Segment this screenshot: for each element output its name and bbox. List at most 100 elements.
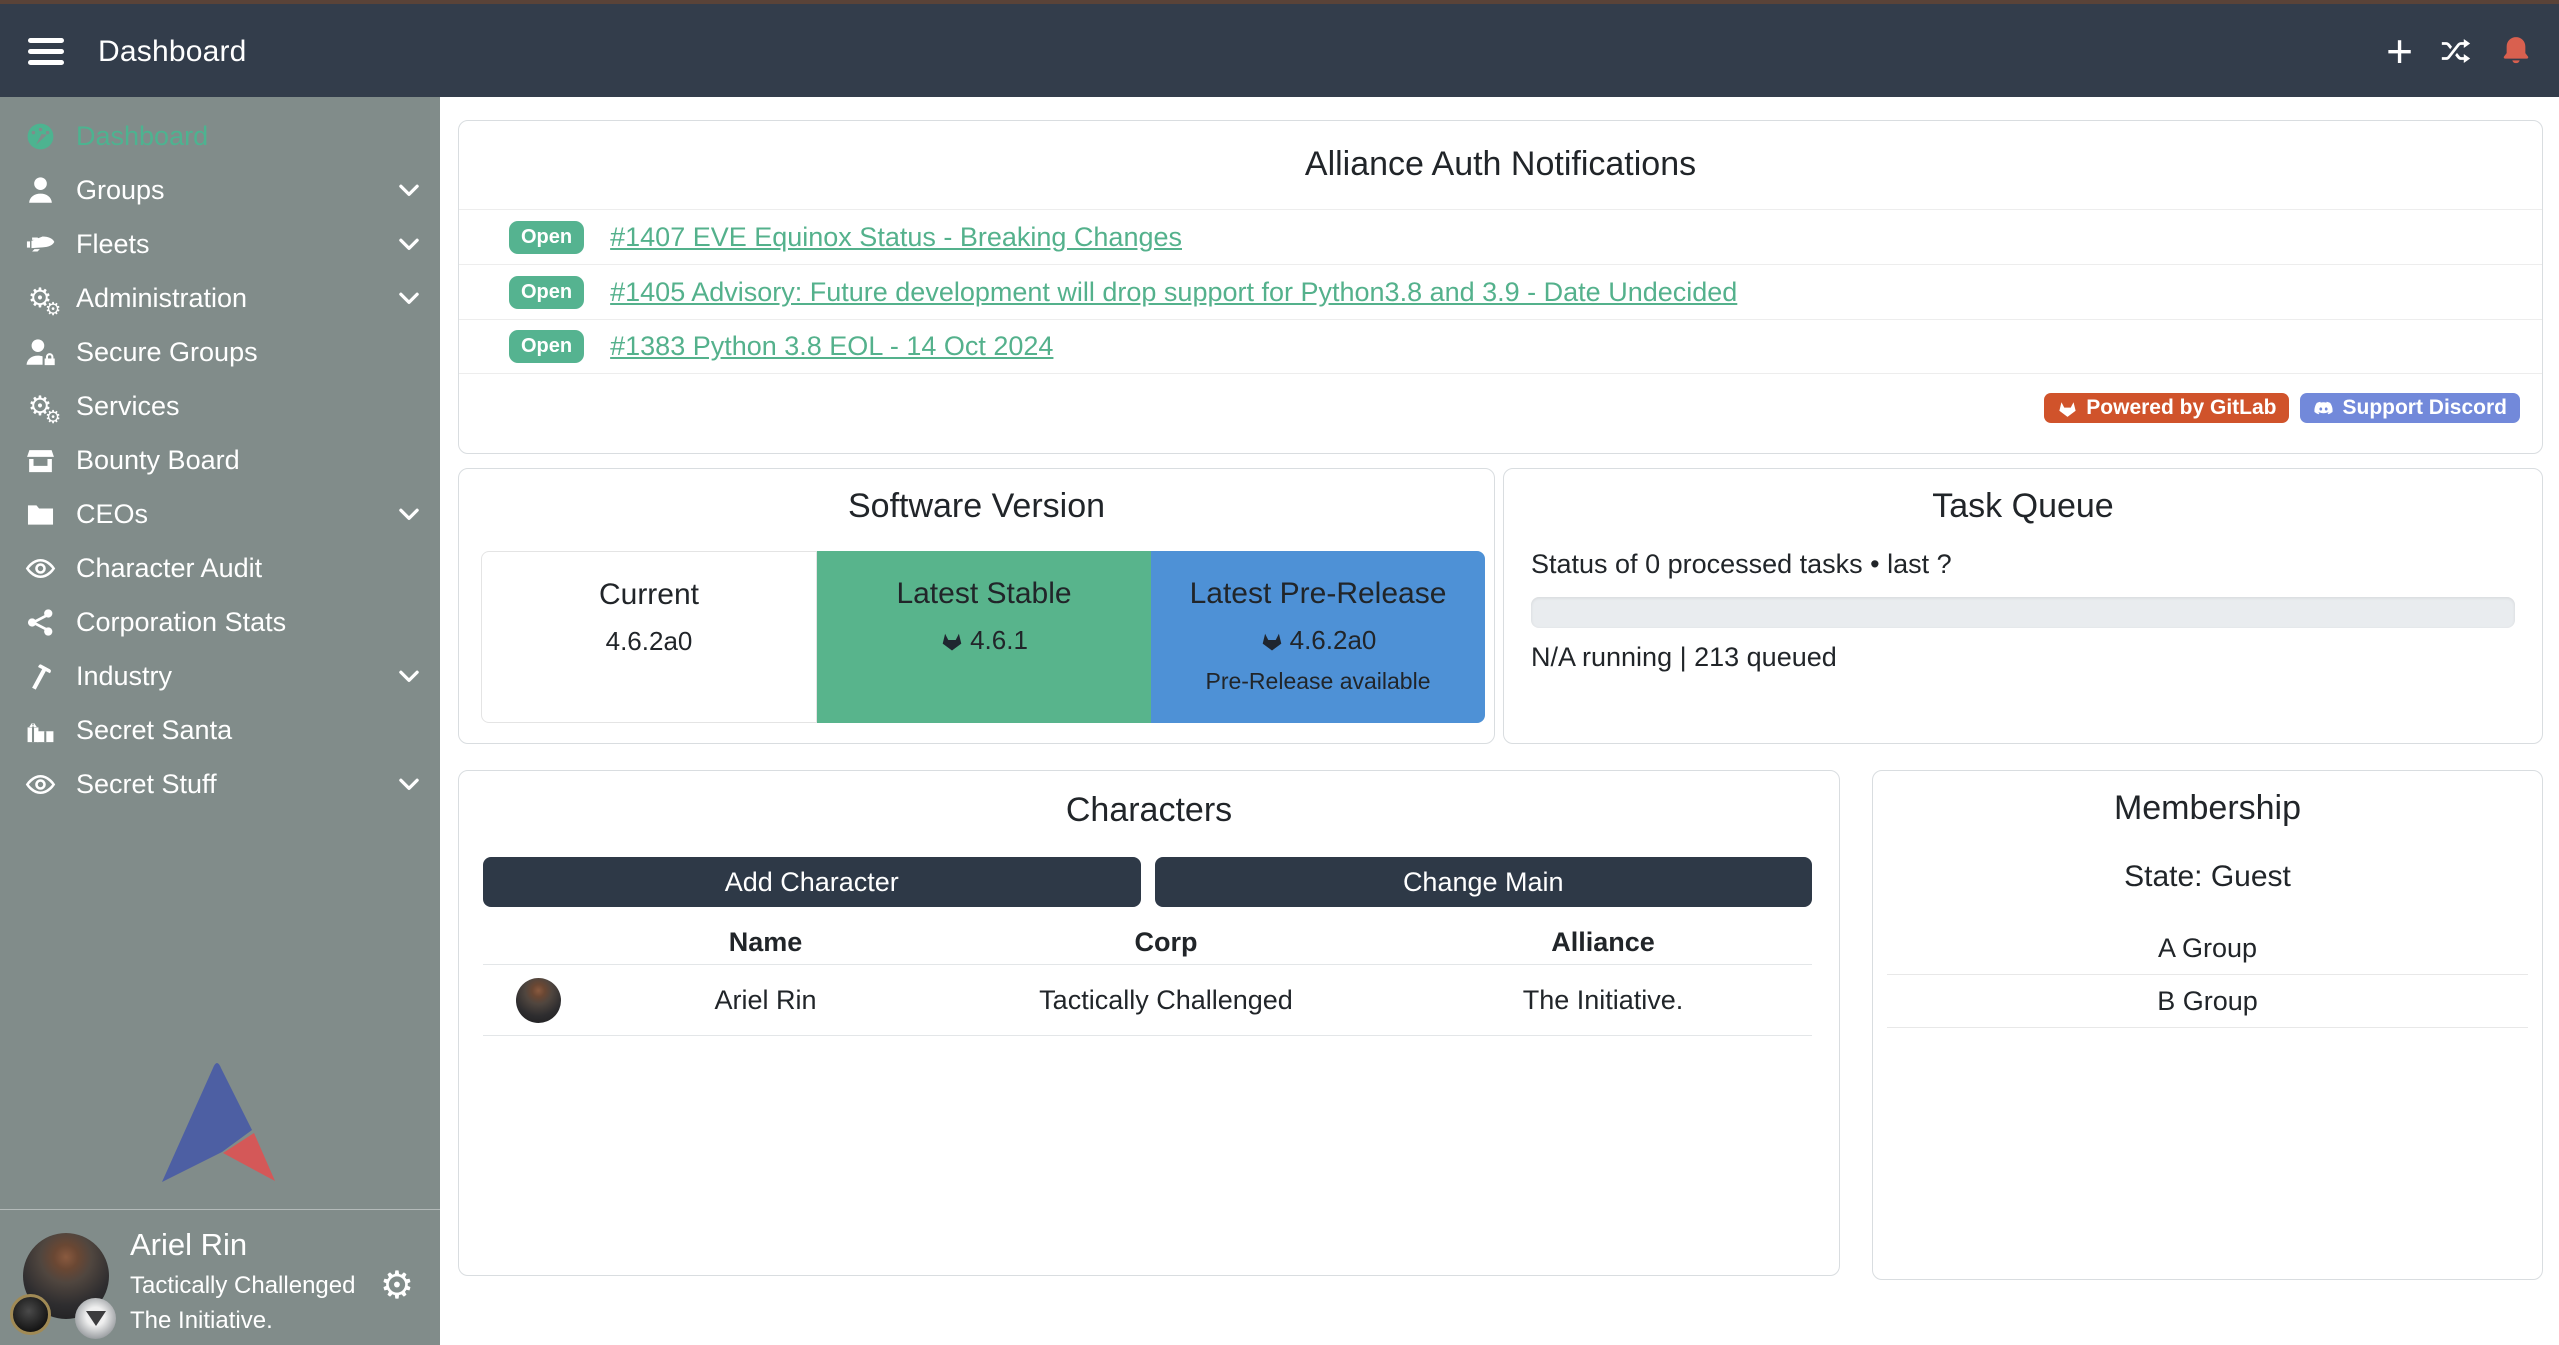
software-version-panel: Software Version Current 4.6.2a0 Latest … [458,468,1495,744]
window-top-strip [0,0,2559,4]
chevron-down-icon [394,175,424,205]
notifications-panel: Alliance Auth Notifications Open #1407 E… [458,120,2543,454]
user-settings-gear-icon[interactable] [380,1266,414,1304]
chevron-down-icon [394,661,424,691]
group-item: A Group [1887,922,2528,975]
characters-panel: Characters Add Character Change Main Nam… [458,770,1840,1276]
notification-link[interactable]: #1405 Advisory: Future development will … [610,277,1737,308]
notification-link[interactable]: #1383 Python 3.8 EOL - 14 Oct 2024 [610,331,1053,362]
character-portrait [516,978,561,1023]
user-icon [22,172,58,208]
alliance-logo [75,1298,116,1339]
folder-icon [22,496,58,532]
notification-row: Open #1407 EVE Equinox Status - Breaking… [459,209,2542,264]
sidebar-item-services[interactable]: Services [0,379,440,433]
gifts-icon [22,712,58,748]
column-header-corp: Corp [938,927,1394,958]
task-queue-panel: Task Queue Status of 0 processed tasks •… [1503,468,2543,744]
shuttle-icon [22,226,58,262]
notifications-list: Open #1407 EVE Equinox Status - Breaking… [459,209,2542,374]
gitlab-tanuki-icon [1260,629,1284,653]
notification-link[interactable]: #1407 EVE Equinox Status - Breaking Chan… [610,222,1182,253]
eye-icon [22,766,58,802]
column-header-name: Name [593,927,938,958]
user-name: Ariel Rin [130,1227,355,1263]
membership-title: Membership [1873,789,2542,828]
chevron-down-icon [394,769,424,799]
task-queue-title: Task Queue [1504,487,2542,526]
version-latest-stable: Latest Stable 4.6.1 [817,551,1151,723]
characters-table: Name Corp Alliance Ariel Rin Tactically … [483,921,1812,1036]
sidebar-item-secure-groups[interactable]: Secure Groups [0,325,440,379]
sidebar-item-secret-stuff[interactable]: Secret Stuff [0,757,440,811]
gauge-icon [22,118,58,154]
sidebar-item-fleets[interactable]: Fleets [0,217,440,271]
character-row: Ariel Rin Tactically Challenged The Init… [483,965,1812,1036]
sidebar-toggle-button[interactable] [28,38,64,65]
sidebar-user-panel: Ariel Rin Tactically Challenged The Init… [0,1209,440,1345]
sidebar-item-administration[interactable]: Administration [0,271,440,325]
group-item: B Group [1887,975,2528,1028]
topbar-actions [2386,33,2533,70]
sidebar-item-groups[interactable]: Groups [0,163,440,217]
shuffle-icon[interactable] [2439,34,2473,68]
membership-panel: Membership State: Guest A Group B Group [1872,770,2543,1280]
notifications-title: Alliance Auth Notifications [459,145,2542,184]
gears-icon [22,388,58,424]
corp-logo [10,1294,51,1335]
sidebar-item-secret-santa[interactable]: Secret Santa [0,703,440,757]
gitlab-tanuki-icon [2057,398,2078,419]
membership-groups: A Group B Group [1887,922,2528,1028]
sidebar-item-character-audit[interactable]: Character Audit [0,541,440,595]
change-main-button[interactable]: Change Main [1155,857,1813,907]
version-current: Current 4.6.2a0 [481,551,817,723]
notification-row: Open #1405 Advisory: Future development … [459,264,2542,319]
prerelease-note: Pre-Release available [1151,668,1485,695]
user-info: Ariel Rin Tactically Challenged The Init… [130,1227,355,1335]
main-content: Alliance Auth Notifications Open #1407 E… [440,97,2559,1345]
notification-row: Open #1383 Python 3.8 EOL - 14 Oct 2024 [459,319,2542,374]
alliance-auth-logo [162,1060,276,1182]
sidebar: Dashboard Groups Fleets Administration S… [0,97,440,1345]
task-queue-counts: N/A running | 213 queued [1531,642,1837,673]
status-badge: Open [509,276,584,309]
sidebar-item-dashboard[interactable]: Dashboard [0,109,440,163]
characters-table-header: Name Corp Alliance [483,921,1812,965]
chevron-down-icon [394,283,424,313]
user-alliance: The Initiative. [130,1307,355,1335]
task-queue-status: Status of 0 processed tasks • last ? [1531,549,1952,580]
discord-icon [2313,398,2334,419]
notifications-bell-icon[interactable] [2499,34,2533,68]
status-badge: Open [509,221,584,254]
user-lock-icon [22,334,58,370]
task-queue-progressbar [1531,597,2515,628]
notifications-footer: Powered by GitLab Support Discord [2044,393,2520,423]
top-navbar: Dashboard [0,0,2559,97]
software-version-title: Software Version [459,487,1494,526]
sidebar-item-bounty-board[interactable]: Bounty Board [0,433,440,487]
characters-title: Characters [459,791,1839,830]
gitlab-tanuki-icon [940,629,964,653]
status-badge: Open [509,330,584,363]
discord-badge[interactable]: Support Discord [2300,393,2520,423]
characters-buttons: Add Character Change Main [483,857,1812,907]
store-icon [22,442,58,478]
character-corp: Tactically Challenged [938,985,1394,1016]
character-alliance: The Initiative. [1394,985,1812,1016]
gitlab-badge[interactable]: Powered by GitLab [2044,393,2289,423]
gears-icon [22,280,58,316]
chevron-down-icon [394,229,424,259]
sidebar-item-ceos[interactable]: CEOs [0,487,440,541]
add-icon[interactable] [2386,33,2413,70]
sidebar-nav: Dashboard Groups Fleets Administration S… [0,97,440,811]
add-character-button[interactable]: Add Character [483,857,1141,907]
sidebar-item-corporation-stats[interactable]: Corporation Stats [0,595,440,649]
membership-state: State: Guest [1873,860,2542,894]
page-title: Dashboard [98,35,247,69]
eye-icon [22,550,58,586]
user-corp: Tactically Challenged [130,1272,355,1300]
sidebar-item-industry[interactable]: Industry [0,649,440,703]
share-icon [22,604,58,640]
chevron-down-icon [394,499,424,529]
character-name: Ariel Rin [593,985,938,1016]
